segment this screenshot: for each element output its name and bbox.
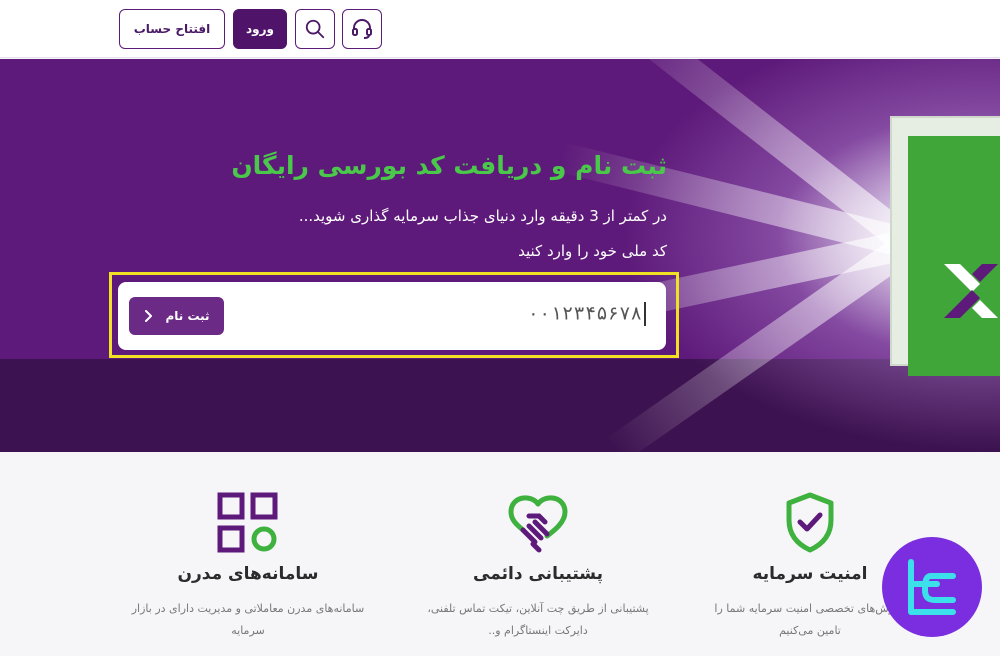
hero-subtitle: در کمتر از 3 دقیقه وارد دنیای جذاب سرمای… [298, 207, 667, 225]
shield-check-icon [786, 492, 834, 553]
national-code-label: کد ملی خود را وارد کنید [518, 242, 667, 260]
feature-support: پشتیبانی دائمی پشتیبانی از طریق چت آنلای… [418, 490, 658, 642]
headset-icon [352, 19, 372, 39]
support-button[interactable] [342, 9, 382, 49]
door-illustration [890, 116, 1000, 376]
feature-description: سامانه‌های مدرن معاملاتی و مدیریت دارای … [131, 602, 365, 637]
hero-title: ثبت نام و دریافت کد بورسی رایگان [231, 151, 667, 180]
chevron-right-icon [145, 310, 153, 322]
national-code-input[interactable]: ۰۰۱۲۳۴۵۶۷۸ [528, 302, 646, 326]
national-code-form: ۰۰۱۲۳۴۵۶۷۸ ثبت نام [118, 282, 666, 350]
register-label: ثبت نام [165, 309, 210, 323]
handshake-icon [508, 495, 568, 553]
search-icon [305, 19, 325, 39]
open-account-button[interactable]: افتتاح حساب [119, 9, 225, 49]
feature-title: پشتیبانی دائمی [473, 564, 603, 584]
feature-modern-systems: سامانه‌های مدرن سامانه‌های مدرن معاملاتی… [128, 490, 368, 642]
top-bar: افتتاح حساب ورود [0, 0, 1000, 58]
text-caret [644, 302, 646, 326]
door-panel [908, 136, 1000, 376]
logo-badge [882, 537, 982, 637]
hero-section: ثبت نام و دریافت کد بورسی رایگان در کمتر… [0, 59, 1000, 452]
national-code-value: ۰۰۱۲۳۴۵۶۷۸ [527, 302, 642, 325]
grid-icon [217, 492, 278, 553]
feature-title: سامانه‌های مدرن [177, 564, 319, 584]
login-button[interactable]: ورود [233, 9, 287, 49]
feature-description: پشتیبانی از طریق چت آنلاین، تیکت تماس تل… [427, 602, 649, 637]
register-button[interactable]: ثبت نام [129, 297, 224, 335]
brand-x-icon [944, 264, 998, 318]
search-button[interactable] [295, 9, 335, 49]
logo-icon [908, 559, 956, 615]
